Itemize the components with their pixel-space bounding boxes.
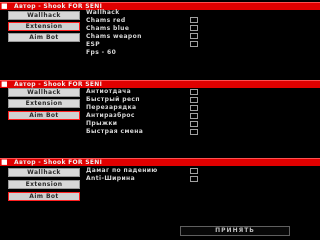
tab-extension[interactable]: Extension: [8, 22, 80, 31]
option-label: Быстрая смена: [86, 128, 144, 135]
panel-3-titlebar[interactable]: ■ Автор - Shook FOR SENI: [0, 158, 320, 166]
option-label: Anti-Ширина: [86, 175, 136, 182]
option-label: ESP: [86, 41, 101, 48]
option-checkbox[interactable]: [190, 113, 198, 119]
tab-wallhack[interactable]: Wallhack: [8, 11, 80, 20]
panel-2-titlebar[interactable]: ■ Автор - Shook FOR SENI: [0, 80, 320, 88]
option-label: Chams red: [86, 17, 126, 24]
option-checkbox[interactable]: [190, 121, 198, 127]
tab-wallhack[interactable]: Wallhack: [8, 88, 80, 97]
panel-2-title: Автор - Shook FOR SENI: [14, 81, 103, 88]
option-label: Chams blue: [86, 25, 130, 32]
option-checkbox[interactable]: [190, 129, 198, 135]
panel-1-titlebar[interactable]: ■ Автор - Shook FOR SENI: [0, 2, 320, 10]
option-label: Fps - 60: [86, 49, 117, 56]
tab-aimbot[interactable]: Aim Bot: [8, 33, 80, 42]
option-checkbox[interactable]: [190, 105, 198, 111]
tab-aimbot[interactable]: Aim Bot: [8, 192, 80, 201]
option-checkbox[interactable]: [190, 168, 198, 174]
option-checkbox[interactable]: [190, 41, 198, 47]
option-checkbox[interactable]: [190, 17, 198, 23]
menu-icon: ■: [1, 158, 8, 166]
option-label: Дамаг по падению: [86, 167, 158, 174]
option-checkbox[interactable]: [190, 89, 198, 95]
option-label: Chams weapon: [86, 33, 142, 40]
panel-3-title: Автор - Shook FOR SENI: [14, 159, 103, 166]
option-checkbox[interactable]: [190, 25, 198, 31]
option-label: Wallhack: [86, 9, 120, 16]
option-label: Быстрый респ: [86, 96, 140, 103]
tab-extension[interactable]: Extension: [8, 180, 80, 189]
tab-aimbot[interactable]: Aim Bot: [8, 111, 80, 120]
option-checkbox[interactable]: [190, 176, 198, 182]
option-label: Антиотдача: [86, 88, 132, 95]
option-checkbox[interactable]: [190, 97, 198, 103]
option-checkbox[interactable]: [190, 33, 198, 39]
menu-icon: ■: [1, 80, 8, 88]
tab-extension[interactable]: Extension: [8, 99, 80, 108]
menu-icon: ■: [1, 2, 8, 10]
accept-button[interactable]: ПРИНЯТЬ: [180, 226, 290, 236]
option-label: Антиразброс: [86, 112, 135, 119]
option-label: Прыжки: [86, 120, 118, 127]
option-label: Перезарядка: [86, 104, 137, 111]
tab-wallhack[interactable]: Wallhack: [8, 168, 80, 177]
